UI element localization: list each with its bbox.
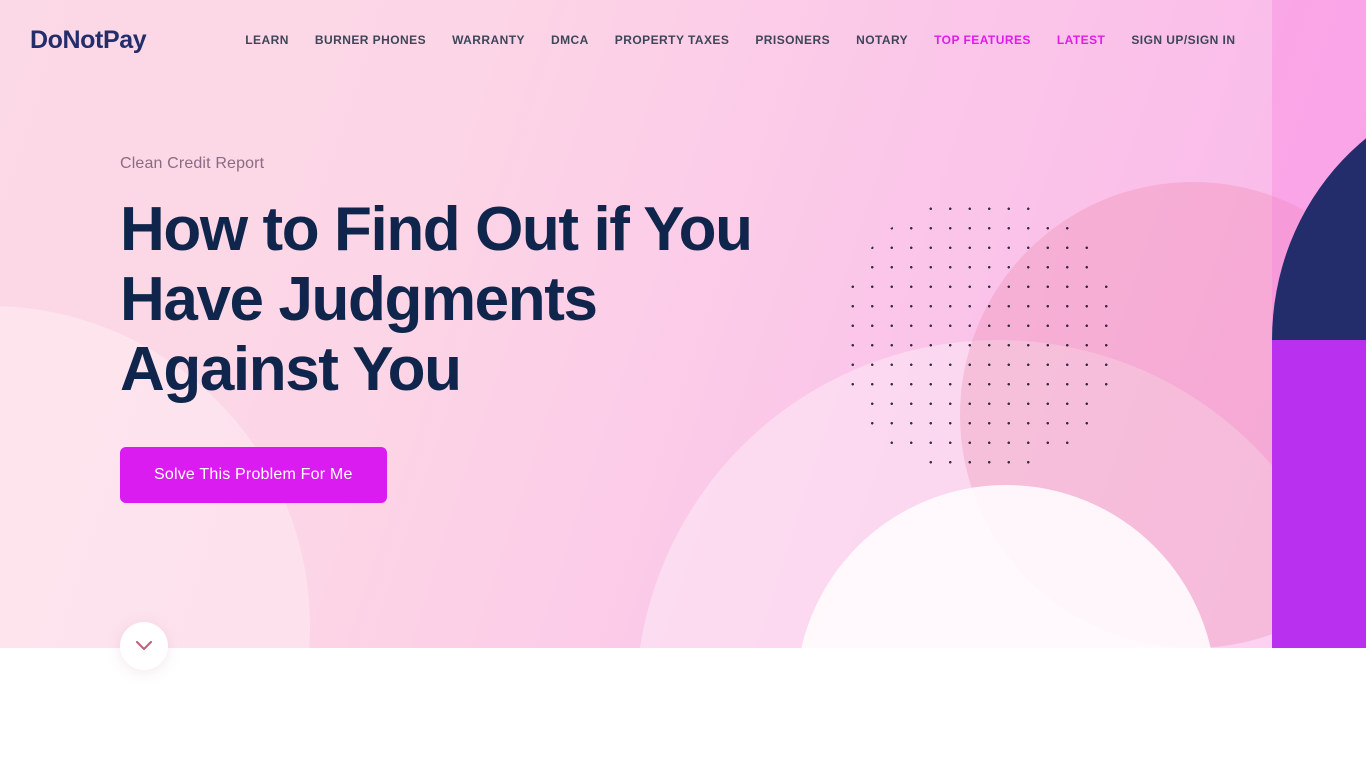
nav-item-property-taxes[interactable]: PROPERTY TAXES (602, 33, 743, 47)
nav-item-learn[interactable]: LEARN (245, 33, 302, 47)
nav-item-notary[interactable]: NOTARY (843, 33, 921, 47)
hero-content: Clean Credit Report How to Find Out if Y… (120, 155, 840, 503)
decorative-circle-rose (960, 182, 1366, 648)
nav-item-dmca[interactable]: DMCA (538, 33, 602, 47)
decorative-dot-grid (840, 196, 1120, 476)
scroll-down-button[interactable] (120, 622, 168, 670)
decorative-circle-white (796, 485, 1216, 648)
hero-eyebrow: Clean Credit Report (120, 155, 265, 172)
nav-item-prisoners[interactable]: PRISONERS (742, 33, 843, 47)
top-navigation-bar: DoNotPay LEARN BURNER PHONES WARRANTY DM… (0, 0, 1366, 80)
nav-links: LEARN BURNER PHONES WARRANTY DMCA PROPER… (245, 33, 1248, 47)
page-title: How to Find Out if You Have Judgments Ag… (120, 195, 753, 404)
nav-item-latest[interactable]: LATEST (1044, 33, 1118, 47)
site-logo[interactable]: DoNotPay (30, 26, 147, 55)
page-root: DoNotPay LEARN BURNER PHONES WARRANTY DM… (0, 0, 1366, 768)
nav-item-warranty[interactable]: WARRANTY (439, 33, 538, 47)
chevron-down-icon (135, 640, 153, 652)
below-fold-section (0, 648, 1366, 768)
decorative-shape-purple (1272, 340, 1366, 648)
decorative-shape-navy (1272, 86, 1366, 340)
nav-item-sign-up-sign-in[interactable]: SIGN UP/SIGN IN (1118, 33, 1248, 47)
nav-item-top-features[interactable]: TOP FEATURES (921, 33, 1044, 47)
decorative-band-pink (1272, 0, 1366, 648)
nav-item-burner-phones[interactable]: BURNER PHONES (302, 33, 439, 47)
solve-this-problem-for-me-button[interactable]: Solve This Problem For Me (120, 447, 387, 503)
